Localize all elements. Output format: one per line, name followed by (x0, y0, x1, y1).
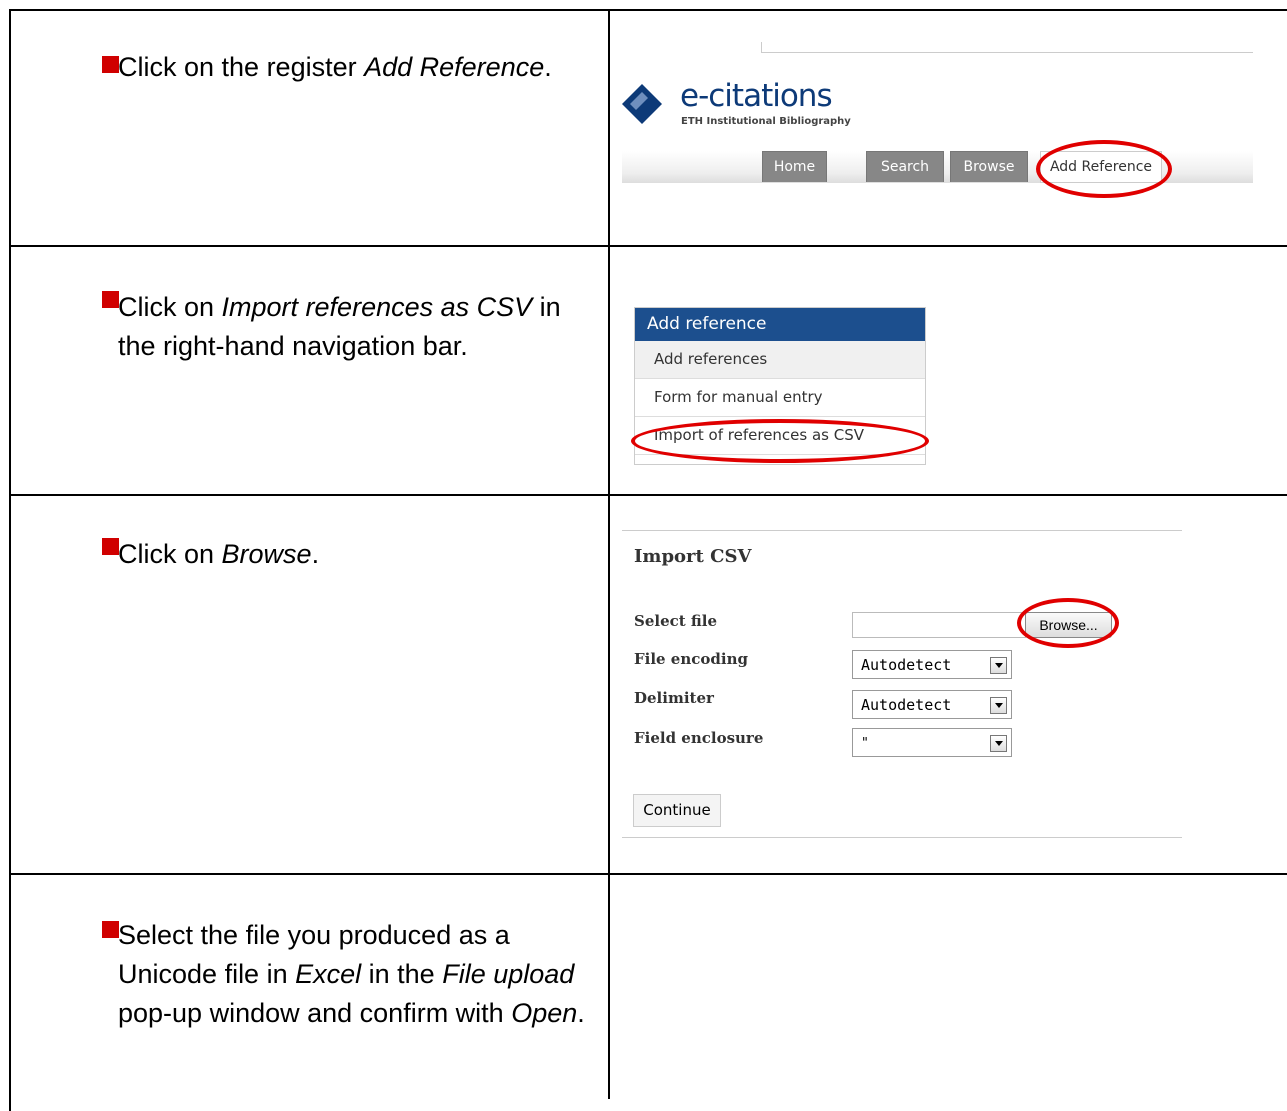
file-path-input[interactable] (852, 612, 1026, 638)
file-encoding-label: File encoding (634, 650, 748, 668)
column-divider (608, 9, 610, 1099)
row-divider (9, 873, 1287, 875)
logo-name: e-citations (680, 78, 833, 114)
file-encoding-value: Autodetect (861, 656, 952, 674)
bullet-icon (102, 921, 119, 938)
highlight-circle (1036, 140, 1172, 198)
highlight-circle (1017, 598, 1119, 648)
bullet-icon (102, 291, 119, 308)
step-4-text: Select the file you produced as a Unicod… (118, 920, 585, 1028)
delimiter-value: Autodetect (861, 696, 952, 714)
step-2-text: Click on Import references as CSV in the… (118, 292, 561, 361)
step-1-text: Click on the register Add Reference. (118, 52, 552, 82)
logo-subtitle: ETH Institutional Bibliography (681, 116, 851, 127)
chevron-down-icon[interactable] (990, 697, 1007, 714)
continue-button[interactable]: Continue (633, 794, 721, 827)
row-divider (9, 494, 1287, 496)
chevron-down-icon[interactable] (990, 735, 1007, 752)
select-file-label: Select file (634, 612, 718, 630)
file-encoding-select[interactable]: Autodetect (852, 650, 1012, 679)
form-bottom-divider (622, 837, 1182, 838)
e-citations-logo-icon (622, 84, 662, 124)
form-title: Import CSV (634, 546, 752, 567)
row-divider (9, 245, 1287, 247)
menu-header: Add reference (635, 308, 925, 341)
delimiter-select[interactable]: Autodetect (852, 690, 1012, 719)
tab-browse[interactable]: Browse (950, 151, 1028, 182)
menu-item-manual-entry[interactable]: Form for manual entry (635, 379, 925, 417)
page-divider (761, 42, 1253, 53)
form-top-divider (622, 530, 1182, 531)
menu-item-add-references[interactable]: Add references (635, 341, 925, 379)
highlight-circle (631, 419, 929, 463)
field-enclosure-value: " (861, 736, 869, 751)
field-enclosure-label: Field enclosure (634, 729, 764, 747)
chevron-down-icon[interactable] (990, 657, 1007, 674)
bullet-icon (102, 56, 119, 73)
tab-search[interactable]: Search (866, 151, 944, 182)
bullet-icon (102, 538, 119, 555)
delimiter-label: Delimiter (634, 689, 714, 707)
field-enclosure-select[interactable]: " (852, 728, 1012, 757)
step-3-text: Click on Browse. (118, 539, 320, 569)
tab-home[interactable]: Home (762, 151, 827, 182)
